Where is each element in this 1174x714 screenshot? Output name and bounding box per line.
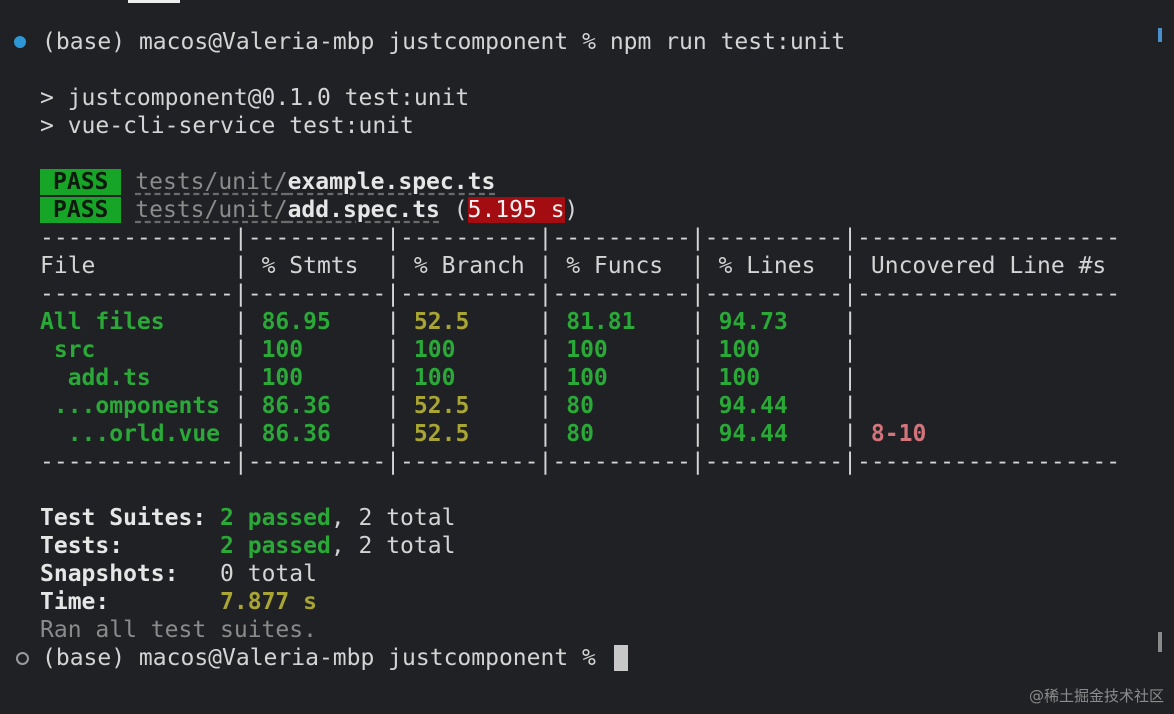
command-prompt-line: (base) macos@Valeria-mbp justcomponent % [42, 645, 596, 671]
pass-badge: PASS [40, 169, 122, 195]
cell-lines: 94.44 [718, 421, 788, 447]
header-funcs: % Funcs [566, 253, 664, 279]
summary-value: 7.877 s [220, 589, 317, 615]
cell-branch: 52.5 [413, 421, 470, 447]
test-result-row: PASS tests/unit/add.spec.ts (5.195 s) [40, 196, 578, 224]
scrollbar-marker-bottom[interactable] [1158, 632, 1162, 652]
table-row: ...omponents | 86.36 | 52.5 | 80 | 94.44… [40, 393, 871, 419]
summary-tests: Tests: 2 passed, 2 total [40, 532, 455, 560]
summary-label: Tests: [40, 533, 124, 559]
test-result-row: PASS tests/unit/example.spec.ts [40, 168, 495, 196]
summary-label: Test Suites: [40, 505, 207, 531]
scrollbar-marker-top[interactable] [1158, 28, 1162, 42]
cell-funcs: 100 [566, 365, 608, 391]
test-dir: tests/unit/ [135, 197, 288, 223]
ran-all-message: Ran all test suites. [40, 617, 317, 643]
cell-lines: 94.44 [718, 393, 788, 419]
summary-value: 0 total [220, 561, 317, 587]
cell-branch: 52.5 [413, 393, 470, 419]
cell-funcs: 81.81 [566, 309, 636, 335]
cell-file: src [40, 337, 96, 363]
test-file: example.spec.ts [287, 169, 496, 195]
command-prompt-line: (base) macos@Valeria-mbp justcomponent %… [42, 28, 845, 56]
table-row: All files | 86.95 | 52.5 | 81.81 | 94.73… [40, 309, 871, 335]
command-pending-dot-icon[interactable] [16, 652, 29, 665]
cell-stmts: 86.95 [261, 309, 331, 335]
summary-passed: 2 passed [220, 505, 331, 531]
watermark: @稀土掘金技术社区 [1028, 687, 1164, 705]
summary-snapshots: Snapshots: 0 total [40, 560, 317, 588]
cell-lines: 100 [718, 337, 761, 363]
cell-lines: 100 [718, 365, 761, 391]
cell-funcs: 100 [566, 337, 608, 363]
pass-badge: PASS [40, 197, 122, 223]
cell-branch: 52.5 [413, 309, 470, 335]
script-line: > vue-cli-service test:unit [40, 113, 414, 139]
test-file: add.spec.ts [287, 197, 440, 223]
summary-passed: 2 passed [220, 533, 331, 559]
table-row: ...orld.vue | 86.36 | 52.5 | 80 | 94.44 … [40, 421, 927, 447]
summary-total: , 2 total [330, 505, 456, 531]
cell-stmts: 100 [261, 337, 304, 363]
cell-file: All files [40, 309, 165, 335]
cell-stmts: 100 [261, 365, 304, 391]
table-row: src | 100 | 100 | 100 | 100 | [40, 337, 871, 363]
table-separator: --------------|----------|----------|---… [40, 281, 1121, 307]
table-separator: --------------|----------|----------|---… [40, 449, 1121, 475]
cell-file: ...orld.vue [40, 421, 221, 447]
conda-env: (base) [42, 29, 126, 55]
summary-label: Snapshots: [40, 561, 179, 587]
script-line: > justcomponent@0.1.0 test:unit [40, 85, 470, 111]
header-branch: % Branch [413, 253, 525, 279]
table-row: add.ts | 100 | 100 | 100 | 100 | [40, 365, 871, 391]
user-host: macos@Valeria-mbp [138, 29, 375, 55]
cell-file: ...omponents [40, 393, 221, 419]
cell-lines: 94.73 [718, 309, 788, 335]
cell-branch: 100 [413, 337, 456, 363]
summary-label: Time: [40, 589, 110, 615]
cell-branch: 100 [413, 365, 456, 391]
cell-uncovered: 8-10 [870, 421, 927, 447]
cell-stmts: 86.36 [261, 421, 331, 447]
slow-test-duration: 5.195 s [467, 197, 565, 223]
cell-funcs: 80 [566, 421, 594, 447]
test-dir: tests/unit/ [135, 169, 288, 195]
header-stmts: % Stmts [261, 253, 359, 279]
text-cursor [614, 645, 628, 671]
summary-suites: Test Suites: 2 passed, 2 total [40, 504, 455, 532]
summary-time: Time: 7.877 s [40, 588, 317, 616]
terminal-tab-indicator [128, 0, 180, 3]
cell-stmts: 86.36 [261, 393, 331, 419]
header-lines: % Lines [718, 253, 816, 279]
table-header-row: File | % Stmts | % Branch | % Funcs | % … [40, 253, 1107, 279]
header-uncovered: Uncovered Line #s [870, 253, 1107, 279]
cell-file: add.ts [40, 365, 151, 391]
header-file: File [40, 253, 96, 279]
command-success-dot-icon[interactable] [14, 36, 26, 48]
cell-funcs: 80 [566, 393, 594, 419]
prompt-symbol: % [582, 29, 596, 55]
summary-total: , 2 total [330, 533, 456, 559]
command-text: npm run test:unit [609, 29, 846, 55]
current-directory: justcomponent [388, 29, 569, 55]
terminal-window[interactable]: (base) macos@Valeria-mbp justcomponent %… [0, 0, 1174, 714]
table-separator: --------------|----------|----------|---… [40, 225, 1121, 251]
